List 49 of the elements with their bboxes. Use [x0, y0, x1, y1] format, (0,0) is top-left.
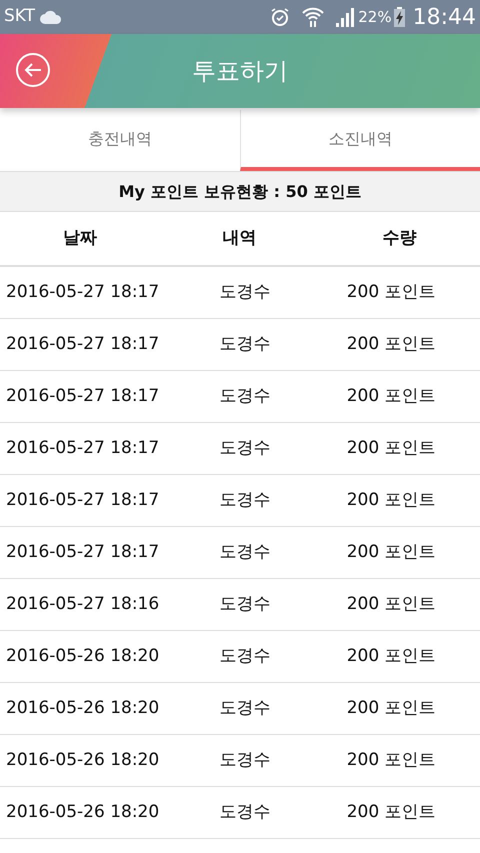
carrier-label: SKT — [4, 5, 36, 28]
table-cell-text: 200 포인트 — [346, 748, 437, 772]
table-cell-text: 2016-05-26 18:20 — [5, 800, 160, 824]
battery-percent: 22% — [358, 6, 392, 28]
table-cell-text: 200 포인트 — [346, 332, 437, 356]
column-header: 내역 — [222, 226, 258, 250]
table-cell-text: 도경수 — [218, 748, 272, 772]
table-cell-text: 2016-05-26 18:20 — [5, 748, 160, 772]
table-cell-text: 도경수 — [218, 436, 272, 460]
table-cell-text: 200 포인트 — [346, 696, 437, 720]
signal-icon — [334, 7, 354, 27]
points-summary: My 포인트 보유현황 : 50 포인트 — [0, 172, 480, 212]
table-cell-text: 도경수 — [218, 592, 272, 616]
table-cell-text: 200 포인트 — [346, 592, 437, 616]
table-cell-text: 200 포인트 — [346, 280, 437, 304]
alarm-icon — [270, 7, 290, 27]
column-header: 수량 — [382, 226, 418, 250]
table-cell-text: 200 포인트 — [346, 436, 437, 460]
table-cell-text: 도경수 — [218, 332, 272, 356]
table-cell-text: 도경수 — [218, 384, 272, 408]
table-cell-text: 2016-05-26 18:20 — [5, 696, 160, 720]
back-arrow-icon — [24, 62, 42, 78]
table-cell-text: 2016-05-26 18:20 — [5, 644, 160, 668]
clock: 18:44 — [412, 4, 476, 32]
table-cell-text: 도경수 — [218, 280, 272, 304]
table-cell-text: 2016-05-27 18:16 — [5, 592, 160, 616]
table-cell-text: 200 포인트 — [346, 800, 437, 824]
table-cell-text: 도경수 — [218, 696, 272, 720]
table-cell-text: 2016-05-27 18:17 — [5, 280, 160, 304]
back-button[interactable] — [16, 53, 50, 87]
table-cell-text: 도경수 — [218, 488, 272, 512]
battery-icon — [394, 7, 405, 27]
table-cell-text: 2016-05-27 18:17 — [5, 436, 160, 460]
table-cell-text: 200 포인트 — [346, 488, 437, 512]
table-cell-text: 도경수 — [218, 540, 272, 564]
table-cell-text: 도경수 — [218, 800, 272, 824]
table-cell-text: 2016-05-27 18:17 — [5, 332, 160, 356]
table-cell-text: 200 포인트 — [346, 384, 437, 408]
column-header: 날짜 — [62, 226, 98, 250]
cloud-icon — [40, 10, 62, 24]
table-cell-text: 2016-05-27 18:17 — [5, 384, 160, 408]
tab[interactable]: 충전내역 — [0, 110, 240, 171]
table-cell-text: 도경수 — [218, 644, 272, 668]
table-cell-text: 200 포인트 — [346, 644, 437, 668]
wifi-icon — [302, 7, 324, 27]
table-cell-text: 2016-05-27 18:17 — [5, 540, 160, 564]
header-title: 투표하기 — [192, 56, 288, 87]
table-cell-text: 200 포인트 — [346, 540, 437, 564]
table-cell-text: 2016-05-27 18:17 — [5, 488, 160, 512]
